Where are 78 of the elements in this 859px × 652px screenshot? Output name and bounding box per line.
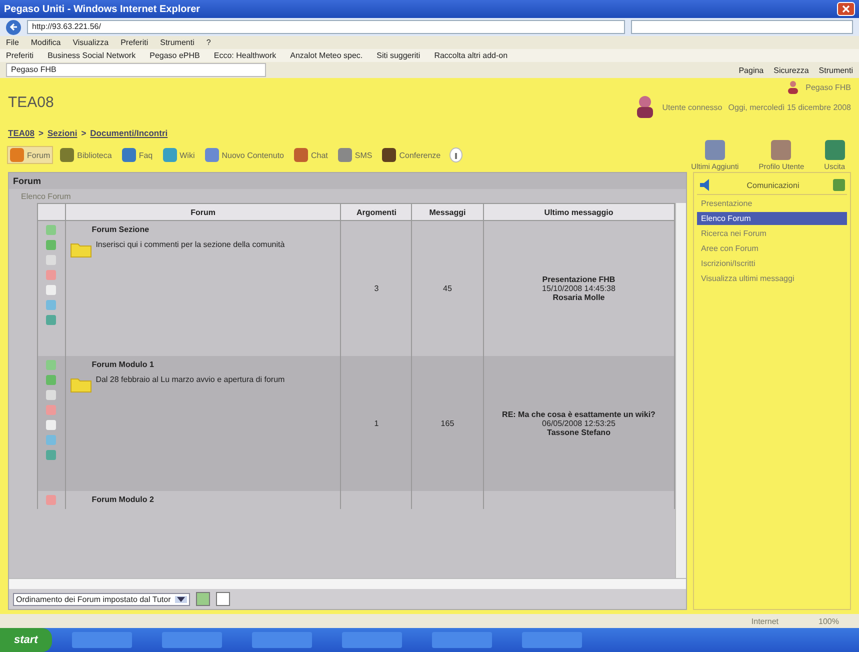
user-status: Utente connesso bbox=[662, 102, 722, 112]
last-post-date: 15/10/2008 14:45:38 bbox=[541, 284, 616, 293]
panel-title: Forum bbox=[9, 173, 686, 189]
command-menu[interactable]: Sicurezza bbox=[774, 66, 809, 74]
toolbar-button[interactable]: Wiki bbox=[160, 147, 197, 163]
message-count: 45 bbox=[443, 284, 452, 293]
toolbar-button[interactable]: SMS bbox=[336, 147, 374, 163]
menu-item[interactable]: Strumenti bbox=[160, 38, 194, 47]
back-arrow-icon bbox=[8, 22, 18, 32]
toolbar-button[interactable]: Forum bbox=[8, 147, 52, 163]
command-menu[interactable]: Pagina bbox=[738, 66, 764, 74]
menu-item[interactable]: File bbox=[6, 38, 19, 47]
toolbar-button[interactable]: Nuovo Contenuto bbox=[202, 147, 286, 163]
horizontal-scrollbar[interactable] bbox=[9, 578, 686, 589]
favorite-link[interactable]: Siti suggeriti bbox=[376, 51, 420, 60]
breadcrumb-link[interactable]: Sezioni bbox=[47, 128, 78, 138]
close-button[interactable] bbox=[837, 2, 855, 16]
toolbar-button[interactable]: Biblioteca bbox=[58, 147, 114, 163]
favorite-link[interactable]: Business Social Network bbox=[48, 51, 136, 60]
topic-count: 1 bbox=[374, 419, 379, 428]
search-field[interactable] bbox=[631, 20, 853, 34]
forum-title[interactable]: Forum Modulo 2 bbox=[92, 495, 336, 504]
top-link[interactable]: Pegaso FHB bbox=[806, 82, 851, 92]
panel-subtitle: Elenco Forum bbox=[21, 192, 71, 201]
sidebar-item[interactable]: Visualizza ultimi messaggi bbox=[697, 272, 847, 285]
sidebar-item[interactable]: Presentazione bbox=[697, 197, 847, 210]
sidebar-title: Comunicazioni bbox=[746, 180, 800, 190]
menu-item[interactable]: Visualizza bbox=[72, 38, 109, 47]
forum-title[interactable]: Forum Sezione bbox=[92, 225, 336, 234]
toolbar-button[interactable]: Conferenze bbox=[380, 147, 443, 163]
last-post-author[interactable]: Tassone Stefano bbox=[488, 428, 670, 437]
favorite-link[interactable]: Ecco: Healthwork bbox=[214, 51, 276, 60]
start-button[interactable]: start bbox=[0, 628, 52, 652]
menu-item[interactable]: ? bbox=[206, 38, 211, 47]
user-icon bbox=[786, 80, 800, 94]
sidebar-item[interactable]: Aree con Forum bbox=[697, 242, 847, 255]
menu-item[interactable]: Modifica bbox=[30, 38, 61, 47]
column-header: Messaggi bbox=[412, 204, 483, 220]
security-zone: Internet bbox=[751, 616, 779, 626]
favorite-link[interactable]: Pegaso ePHB bbox=[150, 51, 200, 60]
window-title: Pegaso Uniti - Windows Internet Explorer bbox=[4, 4, 200, 14]
menu-item[interactable]: Preferiti bbox=[120, 38, 148, 47]
favorite-link[interactable]: Anzalot Meteo spec. bbox=[290, 51, 363, 60]
site-title: TEA08 bbox=[8, 94, 54, 113]
sidebar-item[interactable]: Iscrizioni/Iscritti bbox=[697, 257, 847, 270]
favorite-link[interactable]: Preferiti bbox=[6, 51, 34, 60]
forum-title[interactable]: Forum Modulo 1 bbox=[92, 360, 336, 369]
sidebar-item[interactable]: Elenco Forum bbox=[697, 212, 847, 225]
sidebar-item[interactable]: Ricerca nei Forum bbox=[697, 227, 847, 240]
last-post-title[interactable]: Presentazione FHB bbox=[488, 275, 670, 284]
command-menu[interactable]: Strumenti bbox=[818, 66, 853, 74]
zoom-level[interactable]: 100% bbox=[818, 616, 839, 626]
column-header: Argomenti bbox=[340, 204, 412, 220]
favorite-link[interactable]: Raccolta altri add-on bbox=[434, 51, 508, 60]
last-post-title[interactable]: RE: Ma che cosa è esattamente un wiki? bbox=[488, 410, 670, 419]
column-header: Ultimo messaggio bbox=[483, 204, 674, 220]
forum-description: Dal 28 febbraio al Lu marzo avvio e apertura di forum bbox=[96, 375, 285, 386]
back-button[interactable] bbox=[6, 20, 21, 34]
message-count: 165 bbox=[440, 419, 454, 428]
breadcrumb-separator: > bbox=[38, 128, 44, 138]
caret-icon bbox=[176, 596, 185, 602]
scrollbar[interactable] bbox=[675, 203, 686, 578]
date-text: Oggi, mercoledì 15 dicembre 2008 bbox=[728, 102, 851, 112]
column-header: Forum bbox=[65, 204, 341, 220]
breadcrumb-link[interactable]: Documenti/Incontri bbox=[90, 128, 168, 138]
breadcrumb-separator: > bbox=[81, 128, 86, 138]
last-post-date: 06/05/2008 12:53:25 bbox=[541, 419, 616, 428]
last-post-author[interactable]: Rosaria Molle bbox=[488, 293, 670, 302]
toolbar-button[interactable]: Chat bbox=[292, 147, 330, 163]
info-icon[interactable] bbox=[448, 147, 463, 163]
address-field[interactable]: http://93.63.221.56/ bbox=[27, 20, 625, 34]
topic-count: 3 bbox=[374, 284, 379, 293]
toolbar-button[interactable]: Faq bbox=[120, 147, 155, 163]
browser-tab[interactable]: Pegaso FHB bbox=[6, 63, 266, 77]
close-icon bbox=[842, 5, 850, 13]
sort-dropdown[interactable]: Ordinamento dei Forum impostato dal Tutor bbox=[13, 592, 190, 606]
forum-description: Inserisci qui i commenti per la sezione della comunità bbox=[96, 240, 285, 251]
breadcrumb-link[interactable]: TEA08 bbox=[8, 128, 34, 138]
